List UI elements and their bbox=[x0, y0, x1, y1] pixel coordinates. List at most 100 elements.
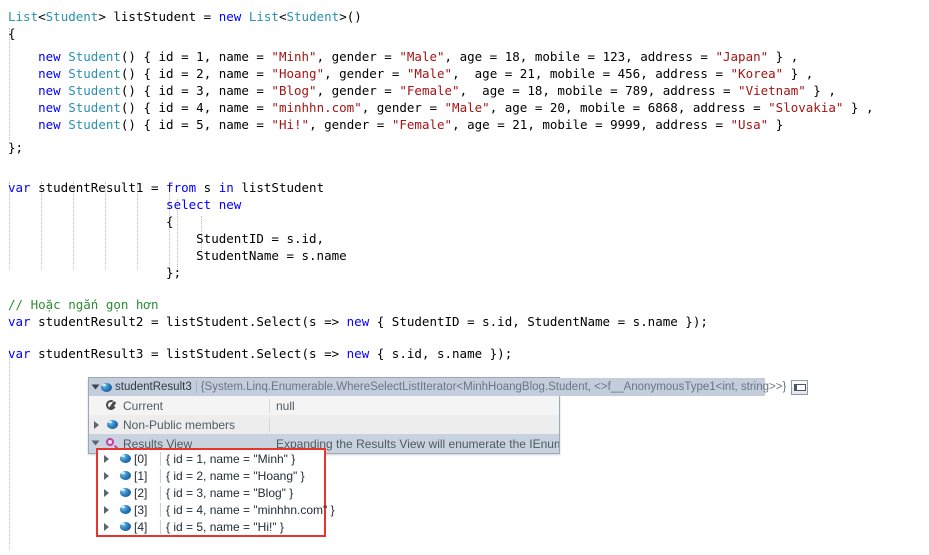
code-token: StudentID = s.id, bbox=[8, 231, 325, 246]
code-token: var bbox=[8, 346, 31, 361]
result-value: { id = 5, name = "Hi!" } bbox=[166, 519, 284, 534]
code-token: new bbox=[218, 197, 242, 212]
code-token: new bbox=[38, 49, 61, 64]
code-token: , age = 18, mobile = 789, address = bbox=[459, 83, 739, 98]
code-token: "Slovakia" bbox=[768, 100, 844, 115]
sphere-icon bbox=[120, 505, 131, 514]
indent-guide bbox=[9, 350, 11, 550]
code-token: select bbox=[166, 197, 212, 212]
triangle-glyph bbox=[104, 488, 109, 497]
code-line[interactable]: }; bbox=[8, 139, 23, 156]
result-index: [2] bbox=[133, 485, 161, 500]
datatip-row-name: Current bbox=[120, 398, 270, 413]
datatip-rows[interactable]: Current null Non-Public members Results Vie… bbox=[89, 396, 559, 453]
code-token: } , bbox=[768, 49, 799, 64]
code-token: , gender = bbox=[309, 117, 392, 132]
datatip-row[interactable]: Current null bbox=[89, 396, 559, 415]
code-token: , gender = bbox=[316, 83, 400, 98]
chevron-down-icon[interactable] bbox=[91, 384, 100, 390]
code-line[interactable]: new Student() { id = 5, name = "Hi!", ge… bbox=[8, 116, 783, 133]
code-token: , gender = bbox=[361, 100, 445, 115]
code-token: "Hoang" bbox=[271, 66, 325, 81]
code-line[interactable]: StudentID = s.id, bbox=[8, 230, 324, 247]
code-token: { StudentID = s.id, StudentName = s.name… bbox=[369, 314, 708, 329]
code-token: new bbox=[38, 66, 61, 81]
code-token: , age = 18, mobile = 123, address = bbox=[444, 49, 716, 64]
result-row[interactable]: [1] { id = 2, name = "Hoang" } bbox=[98, 467, 324, 484]
code-token: Student bbox=[68, 117, 121, 132]
chevron-right-icon[interactable] bbox=[89, 420, 104, 429]
result-index: [3] bbox=[133, 502, 161, 517]
code-token: } , bbox=[843, 100, 874, 115]
code-token: new bbox=[346, 314, 370, 329]
code-token: }; bbox=[8, 265, 182, 280]
row-icon bbox=[118, 522, 133, 531]
code-token: listStudent bbox=[233, 180, 325, 195]
code-token: in bbox=[218, 180, 234, 195]
sphere-icon bbox=[120, 488, 131, 497]
sphere-icon bbox=[120, 454, 131, 463]
datatip-row-name: Non-Public members bbox=[120, 417, 270, 432]
code-line[interactable]: new Student() { id = 4, name = "minhhn.c… bbox=[8, 99, 874, 116]
results-view-list[interactable]: [0] { id = 1, name = "Minh" } [1] { id = 2,… bbox=[96, 448, 335, 537]
code-token: "Korea" bbox=[730, 66, 784, 81]
code-token: > listStudent = bbox=[98, 9, 219, 24]
code-token: "Vietnam" bbox=[738, 83, 806, 98]
result-value: { id = 1, name = "Minh" } bbox=[166, 451, 296, 466]
code-token: } , bbox=[805, 83, 836, 98]
code-token: Student bbox=[286, 9, 340, 24]
code-token: , age = 21, mobile = 9999, address = bbox=[452, 117, 731, 132]
code-line[interactable]: var studentResult2 = listStudent.Select(… bbox=[8, 313, 708, 330]
debugger-datatip[interactable]: studentResult3 {System.Linq.Enumerable.W… bbox=[88, 377, 809, 454]
result-value: { id = 2, name = "Hoang" } bbox=[166, 468, 305, 483]
chevron-right-icon[interactable] bbox=[104, 522, 118, 531]
code-token: Student bbox=[45, 9, 99, 24]
code-line[interactable]: }; bbox=[8, 264, 181, 281]
code-token: studentResult2 = listStudent.Select(s => bbox=[30, 314, 347, 329]
code-line[interactable]: { bbox=[8, 25, 16, 42]
code-token: Student bbox=[68, 100, 121, 115]
result-value: { id = 4, name = "minhhn.com" } bbox=[166, 502, 335, 517]
triangle-glyph bbox=[104, 522, 109, 531]
triangle-glyph bbox=[104, 454, 109, 463]
code-line[interactable]: // Hoặc ngắn gọn hơn bbox=[8, 296, 159, 313]
chevron-right-icon[interactable] bbox=[104, 454, 118, 463]
code-token: "minhhn.com" bbox=[271, 100, 362, 115]
triangle-glyph bbox=[94, 440, 99, 448]
code-line[interactable]: var studentResult1 = from s in listStude… bbox=[8, 179, 324, 196]
code-line[interactable]: StudentName = s.name bbox=[8, 247, 347, 264]
code-line[interactable]: List<Student> listStudent = new List<Stu… bbox=[8, 8, 362, 25]
code-token: < bbox=[278, 9, 287, 24]
code-line[interactable]: select new bbox=[8, 196, 241, 213]
row-icon bbox=[104, 400, 120, 411]
result-index: [4] bbox=[133, 519, 161, 534]
chevron-right-icon[interactable] bbox=[104, 488, 118, 497]
chevron-down-icon[interactable] bbox=[89, 440, 104, 448]
result-row[interactable]: [3] { id = 4, name = "minhhn.com" } bbox=[98, 501, 335, 518]
code-line[interactable]: new Student() { id = 3, name = "Blog", g… bbox=[8, 82, 836, 99]
row-icon bbox=[118, 488, 133, 497]
code-token: , gender = bbox=[316, 49, 400, 64]
triangle-glyph bbox=[94, 420, 99, 429]
wrench-icon bbox=[106, 400, 118, 411]
code-token: List bbox=[248, 9, 279, 24]
result-row[interactable]: [0] { id = 1, name = "Minh" } bbox=[98, 450, 324, 467]
datatip-header[interactable]: studentResult3 {System.Linq.Enumerable.W… bbox=[89, 378, 809, 396]
datatip-row[interactable]: Non-Public members bbox=[89, 415, 559, 434]
code-line[interactable]: { bbox=[8, 213, 174, 230]
code-line[interactable]: var studentResult3 = listStudent.Select(… bbox=[8, 345, 512, 362]
pin-icon[interactable] bbox=[791, 379, 809, 395]
code-token: from bbox=[166, 180, 197, 195]
code-line[interactable]: new Student() { id = 1, name = "Minh", g… bbox=[8, 48, 798, 65]
code-token: () { id = 3, name = bbox=[120, 83, 272, 98]
code-line[interactable]: new Student() { id = 2, name = "Hoang", … bbox=[8, 65, 813, 82]
chevron-right-icon[interactable] bbox=[104, 505, 118, 514]
result-index: [1] bbox=[133, 468, 161, 483]
result-row[interactable]: [4] { id = 5, name = "Hi!" } bbox=[98, 518, 324, 535]
chevron-right-icon[interactable] bbox=[104, 471, 118, 480]
result-row[interactable]: [2] { id = 3, name = "Blog" } bbox=[98, 484, 324, 501]
